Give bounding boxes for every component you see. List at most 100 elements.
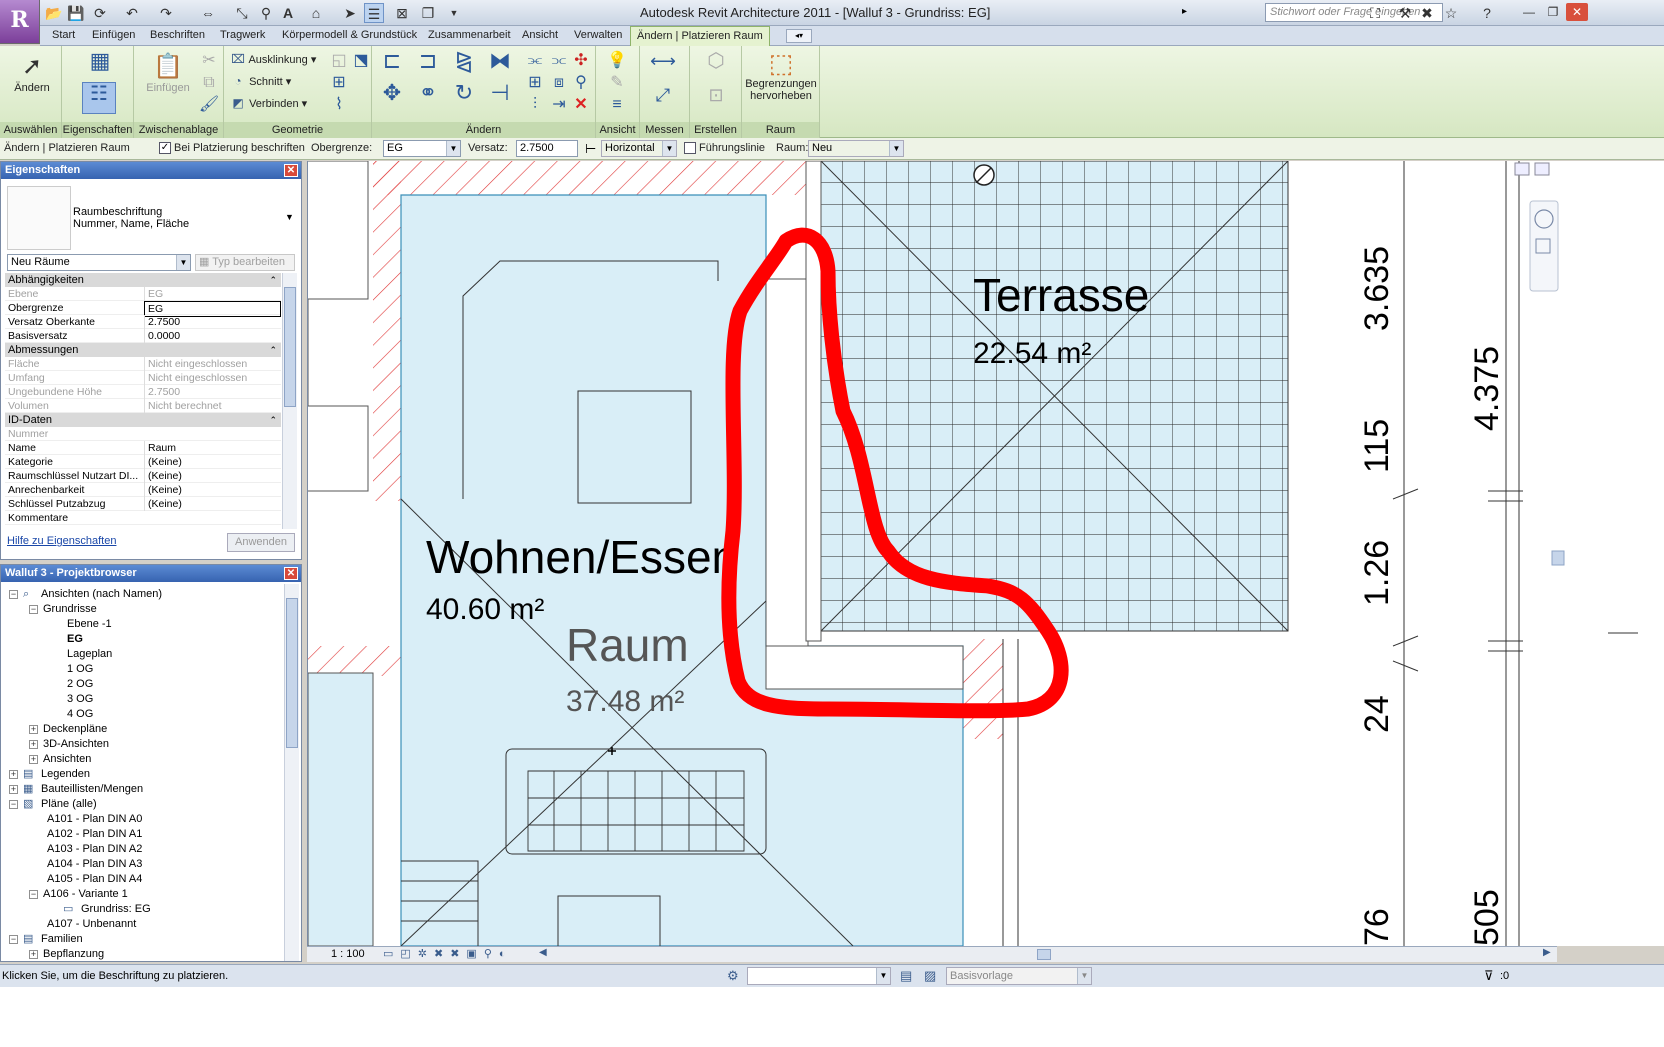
horizontal-scroll-thumb[interactable] — [1037, 949, 1051, 960]
property-row[interactable]: Ebene EG — [5, 287, 281, 301]
browser-item[interactable]: Familien — [41, 932, 83, 947]
view-scale[interactable]: 1 : 100 — [331, 948, 365, 960]
scroll-right-icon[interactable]: ▶ — [1543, 947, 1551, 958]
expand-icon[interactable]: + — [29, 755, 38, 764]
expand-icon[interactable]: + — [9, 770, 18, 779]
browser-item[interactable]: Bauteillisten/Mengen — [41, 782, 143, 797]
collapse-icon[interactable]: ⌃ — [269, 273, 277, 287]
property-group-header[interactable]: Abmessungen ⌃ — [5, 343, 281, 357]
property-value[interactable]: (Keine) — [144, 483, 281, 497]
switch-windows-icon[interactable]: ❐ — [418, 3, 438, 23]
help-search-input[interactable]: Stichwort oder Frage eingeben — [1265, 3, 1443, 22]
paste-button[interactable]: 📋 Einfügen — [142, 52, 194, 94]
property-row[interactable]: Umfang Nicht eingeschlossen — [5, 371, 281, 385]
wall-joins-icon[interactable]: ⊞ — [328, 72, 350, 94]
application-menu-button[interactable]: R — [0, 0, 40, 44]
unpin-icon[interactable]: ✣ — [570, 50, 592, 72]
minimize-icon[interactable]: — — [1518, 3, 1540, 21]
collapse-icon[interactable]: − — [29, 605, 38, 614]
search-expand-icon[interactable]: ▸ — [1182, 6, 1187, 17]
close-hidden-icon[interactable]: ⊠ — [392, 3, 412, 23]
browser-item[interactable]: 4 OG — [67, 707, 93, 722]
subscription-icon[interactable]: ⚒ — [1396, 4, 1414, 22]
browser-item[interactable]: Ebene -1 — [67, 617, 112, 632]
rotate-icon[interactable]: ↻ — [450, 82, 478, 110]
hide-bulb-icon[interactable]: 💡 — [606, 50, 628, 72]
design-options-icon[interactable]: ▨ — [924, 968, 936, 984]
workset-select[interactable]: ▼ — [747, 967, 891, 985]
collapse-icon[interactable]: − — [9, 590, 18, 599]
canvas-vscroll-thumb[interactable] — [1551, 550, 1565, 566]
align-icon[interactable]: ⊏ — [378, 50, 406, 78]
favorites-icon[interactable]: ☆ — [1442, 4, 1460, 22]
property-group-header[interactable]: ID-Daten ⌃ — [5, 413, 281, 427]
browser-item[interactable]: Ansichten (nach Namen) — [41, 587, 162, 602]
property-row[interactable]: Nummer — [5, 427, 281, 441]
browser-item[interactable]: A102 - Plan DIN A1 — [47, 827, 142, 842]
collapse-icon[interactable]: ⌃ — [269, 343, 277, 357]
close-icon[interactable]: ✕ — [284, 567, 298, 580]
close-icon[interactable]: ✕ — [1566, 3, 1588, 21]
scale-icon[interactable]: ⧈ — [548, 72, 570, 94]
restore-icon[interactable]: ❐ — [1542, 3, 1564, 21]
expand-icon[interactable]: + — [29, 725, 38, 734]
move-icon[interactable]: ✥ — [378, 82, 406, 110]
browser-item[interactable]: Grundrisse — [43, 602, 97, 617]
browser-item[interactable]: A103 - Plan DIN A2 — [47, 842, 142, 857]
properties-icon[interactable]: ☷ — [82, 82, 116, 114]
property-row[interactable]: Fläche Nicht eingeschlossen — [5, 357, 281, 371]
create-part-icon[interactable]: ⬡ — [702, 50, 730, 78]
browser-item[interactable]: 3D-Ansichten — [43, 737, 109, 752]
property-value[interactable]: 2.7500 — [144, 315, 281, 329]
tag-on-placement-checkbox[interactable]: ✓ — [159, 142, 171, 154]
help-properties-link[interactable]: Hilfe zu Eigenschaften — [7, 535, 116, 547]
mirror-axis-icon[interactable]: ⧎ — [450, 50, 478, 78]
room-name-new[interactable]: Raum — [566, 619, 689, 671]
create-group-icon[interactable]: ⊡ — [702, 84, 730, 112]
help-icon[interactable]: ? — [1478, 4, 1496, 22]
tab-tragwerk[interactable]: Tragwerk — [214, 26, 271, 46]
tab-aendern-platzieren-raum[interactable]: Ändern | Platzieren Raum — [630, 26, 770, 47]
property-group-header[interactable]: Abhängigkeiten ⌃ — [5, 273, 281, 287]
open-icon[interactable]: 📂 — [44, 3, 64, 23]
collapse-icon[interactable]: − — [29, 890, 38, 899]
filter-icon[interactable]: ⊽ — [1484, 968, 1494, 984]
sync-icon[interactable]: ⟳ — [90, 3, 110, 23]
expand-icon[interactable]: + — [29, 950, 38, 959]
dimension-icon[interactable]: ⤡ — [232, 3, 252, 23]
property-row[interactable]: Obergrenze EG — [5, 301, 281, 317]
scrollbar-thumb[interactable] — [284, 287, 296, 407]
apply-button[interactable]: Anwenden — [227, 533, 295, 552]
collapse-icon[interactable]: ⌃ — [269, 413, 277, 427]
copy-element-icon[interactable]: ⚭ — [414, 82, 442, 110]
delete-icon[interactable]: ✕ — [570, 94, 592, 116]
browser-item[interactable]: Lageplan — [67, 647, 112, 662]
redo-icon[interactable]: ↷ — [156, 3, 176, 23]
tab-ansicht[interactable]: Ansicht — [516, 26, 564, 46]
modify-button[interactable]: ➚ Ändern — [8, 52, 56, 94]
trim-icon[interactable]: ⊣ — [486, 82, 514, 110]
property-row[interactable]: Schlüssel Putzabzug (Keine) — [5, 497, 281, 511]
editable-icon[interactable]: ▤ — [900, 968, 912, 984]
split-gap-icon[interactable]: ⫗ — [548, 50, 570, 72]
undo-icon[interactable]: ↶ — [122, 3, 142, 23]
highlight-boundaries-button[interactable]: ⬚ Begrenzungen hervorheben — [744, 48, 818, 102]
split-face-icon[interactable]: ◱ — [328, 50, 350, 72]
room-select[interactable]: Neu ▼ — [808, 140, 904, 157]
browser-item[interactable]: Grundriss: EG — [81, 902, 151, 917]
cut-geometry-button[interactable]: ◔ Schnitt ▾ — [230, 72, 291, 90]
browser-scrollbar[interactable] — [284, 584, 299, 961]
mirror-draw-icon[interactable]: ⧓ — [486, 50, 514, 78]
override-graphics-icon[interactable]: ✎ — [606, 72, 628, 94]
join-button[interactable]: ◩ Verbinden ▾ — [230, 94, 307, 112]
pin-icon[interactable]: ⚲ — [570, 72, 592, 94]
match-type-icon[interactable]: 🖌 — [198, 94, 220, 116]
browser-item[interactable]: A105 - Plan DIN A4 — [47, 872, 142, 887]
property-value[interactable]: Raum — [144, 441, 281, 455]
property-value[interactable]: 0.0000 — [144, 329, 281, 343]
browser-item[interactable]: 2 OG — [67, 677, 93, 692]
qat-dropdown-icon[interactable]: ▼ — [444, 3, 464, 23]
measure-tool-icon[interactable]: ⟷ — [648, 50, 678, 76]
browser-item[interactable]: A107 - Unbenannt — [47, 917, 136, 932]
save-icon[interactable]: 💾 — [66, 3, 86, 23]
